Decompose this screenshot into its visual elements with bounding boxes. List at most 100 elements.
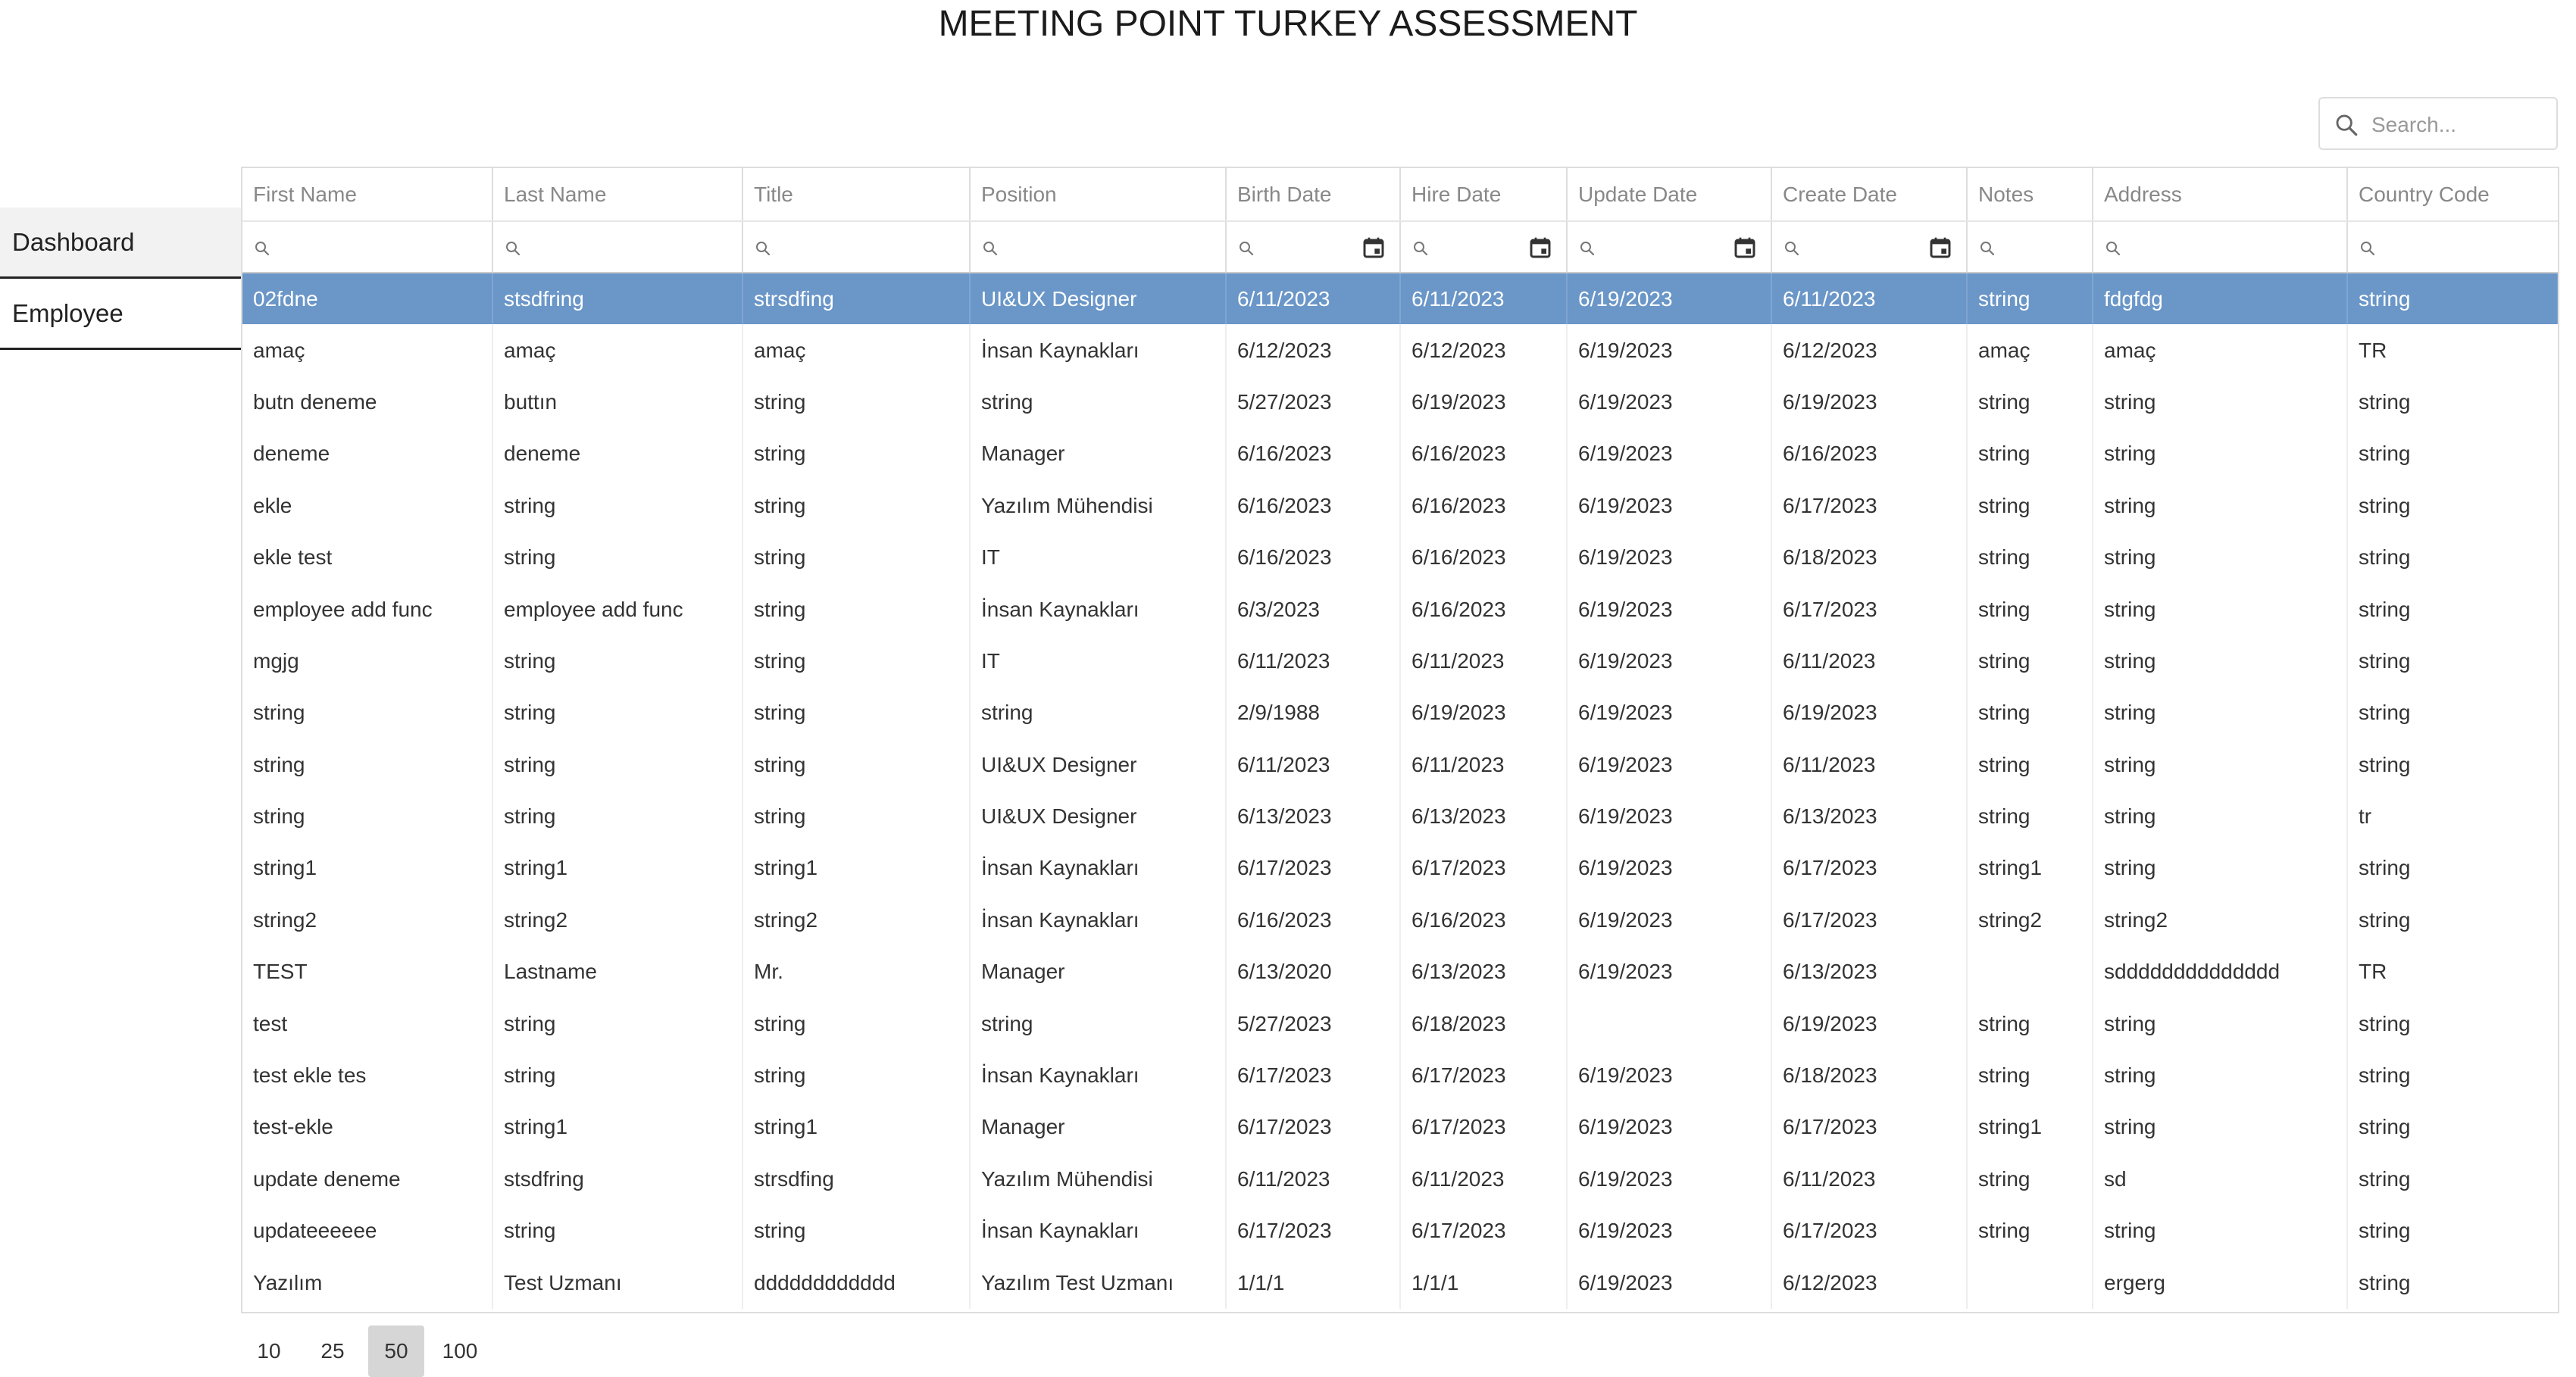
cell-hire-date: 6/16/2023 — [1400, 428, 1568, 480]
column-header-birth-date[interactable]: Birth Date — [1226, 168, 1401, 222]
filter-cell-country-code[interactable] — [2347, 221, 2558, 273]
cell-country-code: string — [2347, 273, 2558, 325]
cell-country-code: string — [2359, 597, 2411, 621]
table-row[interactable]: butn deneme buttın string string 5/27/2023 6/… — [242, 376, 2558, 429]
filter-cell-birth-date[interactable] — [1226, 221, 1401, 273]
table-row[interactable]: string string string UI&UX Designer 6/13/202… — [242, 790, 2558, 843]
table-row[interactable]: string string string string 2/9/1988 6/19/202… — [242, 687, 2558, 739]
filter-cell-first-name[interactable] — [242, 221, 493, 273]
cell-hire-date: 6/16/2023 — [1400, 583, 1568, 635]
calendar-icon[interactable] — [1528, 236, 1552, 260]
sidebar-item-dashboard[interactable]: Dashboard — [0, 208, 241, 279]
cell-last-name: string — [492, 635, 743, 688]
cell-last-name: employee add func — [492, 583, 743, 635]
filter-cell-create-date[interactable] — [1771, 221, 1968, 273]
table-row[interactable]: amaç amaç amaç İnsan Kaynakları 6/12/2023 6/1… — [242, 324, 2558, 376]
cell-create-date: 6/19/2023 — [1771, 998, 1968, 1050]
table-row[interactable]: 02fdne stsdfring strsdfing UI&UX Designer 6/… — [242, 273, 2558, 325]
table-row[interactable]: deneme deneme string Manager 6/16/2023 6/16/2… — [242, 428, 2558, 480]
page-size-25-button[interactable]: 25 — [305, 1325, 361, 1377]
cell-first-name: 02fdne — [242, 273, 493, 325]
table-row[interactable]: mgjg string string IT 6/11/2023 6/11/2023 6/19… — [242, 635, 2558, 688]
cell-update-date: 6/19/2023 — [1567, 738, 1772, 791]
global-search-input[interactable] — [2370, 108, 2555, 142]
calendar-icon[interactable] — [1928, 236, 1952, 260]
cell-address: amaç — [2093, 324, 2348, 376]
cell-birth-date: 6/11/2023 — [1226, 738, 1401, 791]
cell-first-name: ekle test — [242, 531, 493, 584]
page-size-100-button[interactable]: 100 — [432, 1325, 488, 1377]
column-header-title[interactable]: Title — [742, 168, 971, 222]
cell-address: string — [2093, 479, 2348, 532]
table-row[interactable]: ekle string string Yazılım Mühendisi 6/16/20… — [242, 479, 2558, 532]
global-search-box[interactable] — [2318, 97, 2558, 150]
cell-position: string — [970, 687, 1227, 739]
sidebar-item-employee[interactable]: Employee — [0, 279, 241, 350]
cell-create-date: 6/17/2023 — [1771, 583, 1968, 635]
table-row[interactable]: test string string string 5/27/2023 6/18/2023… — [242, 998, 2558, 1050]
cell-notes — [1967, 946, 2093, 998]
cell-create-date: 6/11/2023 — [1771, 273, 1968, 325]
table-row[interactable]: test-ekle string1 string1 Manager 6/17/2023 6… — [242, 1101, 2558, 1154]
filter-cell-address[interactable] — [2093, 221, 2348, 273]
table-row[interactable]: TEST Lastname Mr. Manager 6/13/2020 6/13/2023… — [242, 946, 2558, 998]
cell-create-date: 6/17/2023 — [1771, 479, 1968, 532]
table-row[interactable]: ekle test string string IT 6/16/2023 6/16/202… — [242, 531, 2558, 584]
employee-grid: First Name Last Name Title Position Birth Da… — [241, 167, 2559, 1313]
column-header-hire-date[interactable]: Hire Date — [1400, 168, 1568, 222]
filter-cell-update-date[interactable] — [1567, 221, 1772, 273]
page-size-50-button[interactable]: 50 — [368, 1325, 424, 1377]
cell-address: string — [2093, 738, 2348, 791]
cell-birth-date: 6/11/2023 — [1226, 635, 1401, 688]
filter-search-icon — [506, 241, 521, 255]
cell-create-date: 6/12/2023 — [1771, 324, 1968, 376]
calendar-icon[interactable] — [1733, 236, 1757, 260]
column-header-last-name[interactable]: Last Name — [492, 168, 743, 222]
table-row[interactable]: test ekle tes string string İnsan Kaynaklar… — [242, 1049, 2558, 1102]
filter-cell-last-name[interactable] — [492, 221, 743, 273]
cell-title: string1 — [742, 1101, 971, 1154]
cell-last-name: string — [492, 790, 743, 843]
cell-create-date: 6/13/2023 — [1771, 946, 1968, 998]
filter-cell-notes[interactable] — [1967, 221, 2093, 273]
cell-position: Yazılım Test Uzmanı — [970, 1257, 1227, 1309]
cell-title: string — [742, 790, 971, 843]
table-row[interactable]: string1 string1 string1 İnsan Kaynakları 6/1… — [242, 842, 2558, 895]
cell-update-date: 6/19/2023 — [1567, 1049, 1772, 1102]
cell-country-code: string — [2359, 389, 2411, 414]
cell-notes: string — [1967, 998, 2093, 1050]
cell-update-date: 6/19/2023 — [1567, 687, 1772, 739]
table-row[interactable]: updateeeeee string string İnsan Kaynakları 6… — [242, 1205, 2558, 1257]
cell-create-date: 6/19/2023 — [1771, 687, 1968, 739]
cell-update-date: 6/19/2023 — [1567, 1257, 1772, 1309]
table-row[interactable]: string2 string2 string2 İnsan Kaynakları 6/1… — [242, 894, 2558, 947]
column-header-notes[interactable]: Notes — [1967, 168, 2093, 222]
column-header-country-code[interactable]: Country Code — [2347, 168, 2558, 222]
table-row[interactable]: string string string UI&UX Designer 6/11/202… — [242, 738, 2558, 791]
cell-last-name: stsdfring — [492, 273, 743, 325]
cell-hire-date: 6/12/2023 — [1400, 324, 1568, 376]
cell-position: IT — [970, 531, 1227, 584]
column-header-create-date[interactable]: Create Date — [1771, 168, 1968, 222]
calendar-icon[interactable] — [1361, 236, 1386, 260]
cell-notes: string — [1967, 790, 2093, 843]
cell-birth-date: 6/3/2023 — [1226, 583, 1401, 635]
filter-cell-title[interactable] — [742, 221, 971, 273]
cell-address: string — [2093, 428, 2348, 480]
cell-hire-date: 6/13/2023 — [1400, 946, 1568, 998]
filter-cell-position[interactable] — [970, 221, 1227, 273]
table-row[interactable]: employee add func employee add func string… — [242, 583, 2558, 635]
column-header-update-date[interactable]: Update Date — [1567, 168, 1772, 222]
cell-title: string — [742, 376, 971, 429]
cell-last-name: Test Uzmanı — [492, 1257, 743, 1309]
column-header-address[interactable]: Address — [2093, 168, 2348, 222]
cell-first-name: string — [242, 687, 493, 739]
cell-last-name: buttın — [492, 376, 743, 429]
table-row[interactable]: update deneme stsdfring strsdfing Yazılım M… — [242, 1153, 2558, 1206]
page-size-10-button[interactable]: 10 — [241, 1325, 297, 1377]
column-header-first-name[interactable]: First Name — [242, 168, 493, 222]
table-row[interactable]: Yazılım Test Uzmanı dddddddddddd Yazılım Te… — [242, 1257, 2558, 1309]
column-header-position[interactable]: Position — [970, 168, 1227, 222]
cell-first-name: Yazılım — [242, 1257, 493, 1309]
filter-cell-hire-date[interactable] — [1400, 221, 1568, 273]
